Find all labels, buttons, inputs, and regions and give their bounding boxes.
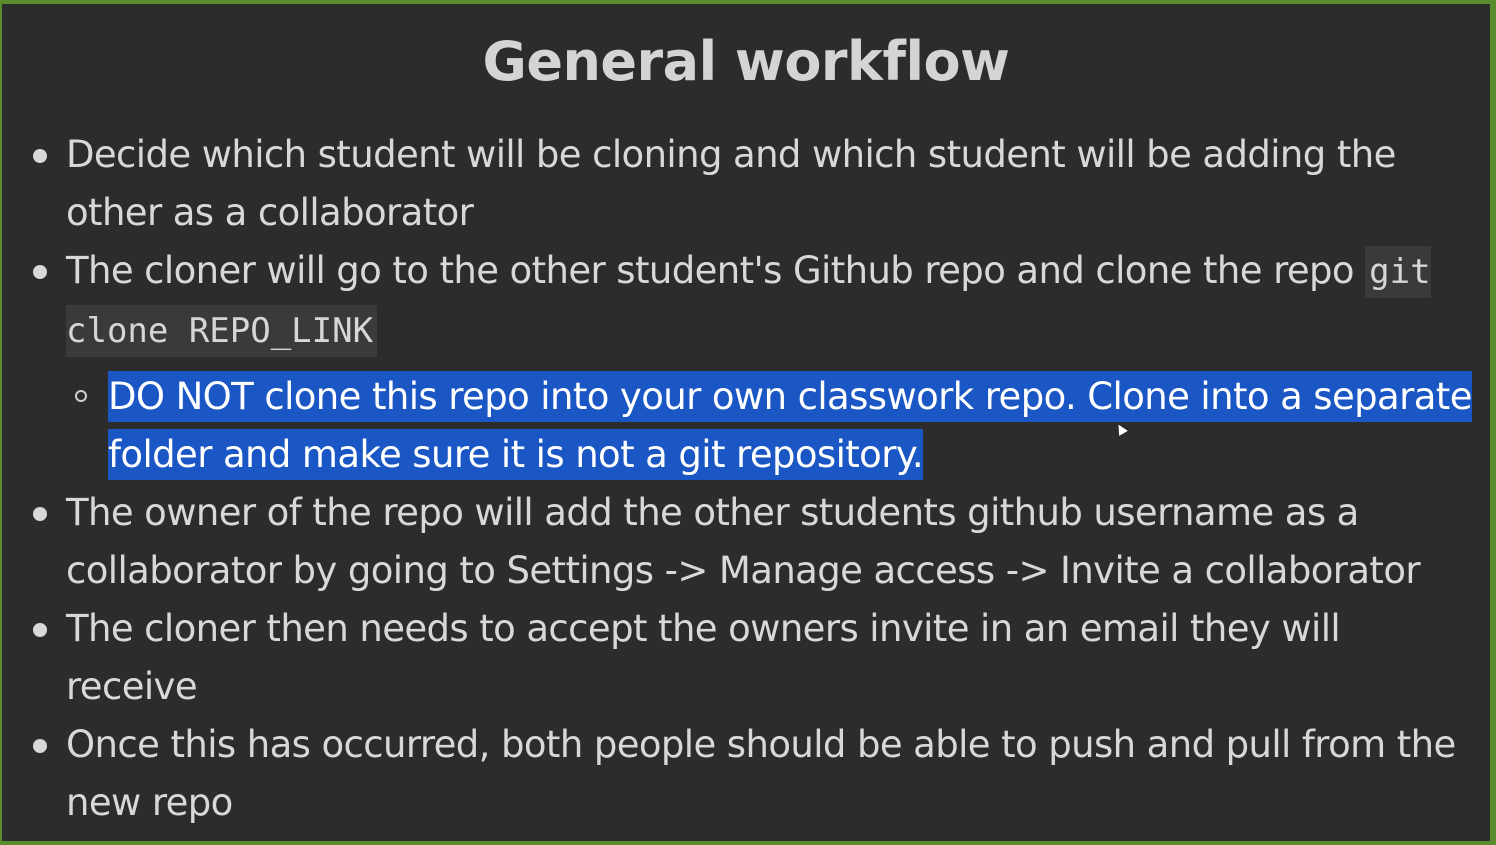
bullet-dot-icon xyxy=(33,623,47,637)
hollow-circle-icon xyxy=(75,390,87,402)
sub-bullet-item: DO NOT clone this repo into your own cla… xyxy=(2,368,1472,484)
slide: General workflow Decide which student wi… xyxy=(2,4,1490,841)
bullet-text: Once this has occurred, both people shou… xyxy=(66,723,1456,824)
bullet-item: The cloner then needs to accept the owne… xyxy=(2,600,1472,716)
selected-text[interactable]: DO NOT clone this repo into your own cla… xyxy=(108,371,1472,480)
bullet-text: The owner of the repo will add the other… xyxy=(66,491,1421,592)
bullet-text: The cloner will go to the other student'… xyxy=(66,249,1366,292)
bullet-text: The cloner then needs to accept the owne… xyxy=(66,607,1341,708)
slide-title: General workflow xyxy=(482,30,1010,93)
bullet-dot-icon xyxy=(33,507,47,521)
bullet-text: Decide which student will be cloning and… xyxy=(66,133,1396,234)
bullet-dot-icon xyxy=(33,739,47,753)
bullet-item: The owner of the repo will add the other… xyxy=(2,484,1472,600)
bullet-list: Decide which student will be cloning and… xyxy=(2,126,1472,832)
bullet-dot-icon xyxy=(33,149,47,163)
bullet-dot-icon xyxy=(33,265,47,279)
slide-frame: General workflow Decide which student wi… xyxy=(0,0,1496,845)
bullet-item: Once this has occurred, both people shou… xyxy=(2,716,1472,832)
bullet-item: The cloner will go to the other student'… xyxy=(2,242,1472,360)
bullet-item: Decide which student will be cloning and… xyxy=(2,126,1472,242)
